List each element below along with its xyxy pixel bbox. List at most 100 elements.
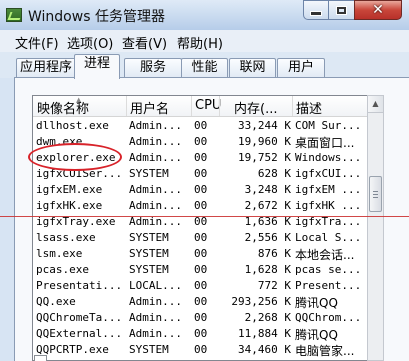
process-name: lsass.exe	[36, 231, 96, 244]
table-row[interactable]: QQPCRTP.exe SYSTEM 00 34,460 K 电脑管家...	[33, 342, 367, 358]
table-row[interactable]: QQChromeTa... Admin... 00 2,268 K QQChrom...	[33, 310, 367, 326]
memory-usage: 2,672 K	[244, 199, 291, 212]
tab-applications[interactable]: 应用程序	[16, 58, 76, 78]
column-divider[interactable]	[292, 96, 293, 116]
column-divider[interactable]	[219, 96, 220, 116]
description: 本地会话...	[295, 248, 355, 262]
column-divider[interactable]	[126, 96, 127, 116]
memory-usage: 293,256 K	[231, 295, 291, 308]
process-name: lsm.exe	[36, 247, 83, 260]
table-row[interactable]: igfxHK.exe Admin... 00 2,672 K igfxHK ...	[33, 198, 367, 214]
cpu-usage: 00	[194, 151, 208, 164]
memory-usage: 1,628 K	[244, 263, 291, 276]
table-row[interactable]: dllhost.exe Admin... 00 33,244 K COM Sur...	[33, 118, 367, 134]
column-header-description[interactable]: 描述	[296, 98, 322, 117]
description: Windows...	[295, 151, 362, 164]
memory-usage: 19,960 K	[238, 135, 291, 148]
process-name: QQPCRTP.exe	[36, 343, 109, 356]
scroll-up-button[interactable]: ▲	[368, 96, 383, 113]
close-button[interactable]: ✕	[354, 0, 402, 20]
cpu-usage: 00	[194, 183, 208, 196]
user-name: Admin...	[129, 295, 182, 308]
cpu-usage: 00	[194, 295, 208, 308]
column-header-user[interactable]: 用户名	[130, 98, 169, 117]
grip-icon	[373, 194, 378, 195]
process-name: Presentati...	[36, 279, 123, 292]
description: pcas se...	[295, 263, 362, 276]
column-header-memory[interactable]: 内存(...	[234, 98, 277, 117]
menu-options[interactable]: 选项(O)	[67, 33, 113, 52]
memory-usage: 876 K	[257, 247, 291, 260]
user-name: Admin...	[129, 327, 182, 340]
table-row[interactable]: lsm.exe SYSTEM 00 876 K 本地会话...	[33, 246, 367, 262]
cpu-usage: 00	[194, 311, 208, 324]
table-row[interactable]: explorer.exe Admin... 00 19,752 K Windows...	[33, 150, 367, 166]
column-header-cpu[interactable]: CPU	[195, 98, 221, 113]
user-name: Admin...	[129, 135, 182, 148]
process-rows: dllhost.exe Admin... 00 33,244 K COM Sur... d…	[33, 118, 367, 358]
scroll-thumb[interactable]	[369, 176, 382, 212]
table-row[interactable]: igfxEM.exe Admin... 00 3,248 K igfxEM ...	[33, 182, 367, 198]
minimize-icon	[310, 10, 322, 16]
process-name: igfxEM.exe	[36, 183, 103, 196]
description: igfxHK ...	[295, 199, 362, 212]
grip-icon	[373, 197, 378, 198]
table-row[interactable]: dwm.exe Admin... 00 19,960 K 桌面窗口...	[33, 134, 367, 150]
user-name: Admin...	[129, 311, 182, 324]
tab-users[interactable]: 用户	[277, 58, 325, 78]
process-list[interactable]: ▲ 映像名称 用户名 CPU 内存(... 描述 dllhost.exe Admi…	[32, 95, 367, 361]
tab-services[interactable]: 服务	[124, 58, 182, 78]
table-row[interactable]: QQ.exe Admin... 00 293,256 K 腾讯QQ	[33, 294, 367, 310]
table-row[interactable]: igfxCUISer... SYSTEM 00 628 K igfxCUI...	[33, 166, 367, 182]
vertical-scrollbar[interactable]: ▲	[367, 95, 384, 361]
table-row[interactable]: pcas.exe SYSTEM 00 1,628 K pcas se...	[33, 262, 367, 278]
process-name: QQExternal...	[36, 327, 123, 340]
tab-strip: 应用程序 进程 服务 性能 联网 用户	[0, 52, 409, 79]
cpu-usage: 00	[194, 247, 208, 260]
window-title: Windows 任务管理器	[28, 9, 165, 25]
maximize-icon	[336, 5, 347, 15]
table-row[interactable]: lsass.exe SYSTEM 00 2,556 K Local S...	[33, 230, 367, 246]
task-manager-window: Windows 任务管理器 ✕ 文件(F) 选项(O) 查看(V) 帮助(H) …	[0, 0, 409, 361]
process-name: igfxCUISer...	[36, 167, 123, 180]
menu-view[interactable]: 查看(V)	[122, 33, 167, 52]
minimize-button[interactable]	[303, 0, 329, 20]
menu-help[interactable]: 帮助(H)	[177, 33, 223, 52]
user-name: SYSTEM	[129, 343, 169, 356]
show-all-processes-checkbox[interactable]	[34, 355, 47, 361]
process-name: QQChromeTa...	[36, 311, 123, 324]
cpu-usage: 00	[194, 327, 208, 340]
tab-performance[interactable]: 性能	[181, 58, 228, 78]
process-name: dllhost.exe	[36, 119, 109, 132]
menu-file[interactable]: 文件(F)	[15, 33, 59, 52]
memory-usage: 628 K	[257, 167, 291, 180]
memory-usage: 34,460 K	[238, 343, 291, 356]
process-name: dwm.exe	[36, 135, 83, 148]
description: Present...	[295, 279, 362, 292]
description: QQChrom...	[295, 311, 362, 324]
column-divider[interactable]	[191, 96, 192, 116]
description: 桌面窗口...	[295, 136, 355, 150]
user-name: Admin...	[129, 183, 182, 196]
user-name: Admin...	[129, 199, 182, 212]
tab-networking[interactable]: 联网	[229, 58, 276, 78]
maximize-button[interactable]	[328, 0, 355, 20]
title-bar[interactable]: Windows 任务管理器 ✕	[0, 0, 409, 30]
annotation-line	[0, 216, 409, 217]
user-name: SYSTEM	[129, 263, 169, 276]
column-header-name[interactable]: 映像名称	[37, 98, 89, 117]
description: 腾讯QQ	[295, 296, 338, 310]
cpu-usage: 00	[194, 343, 208, 356]
menu-bar: 文件(F) 选项(O) 查看(V) 帮助(H)	[0, 30, 409, 53]
memory-usage: 11,884 K	[238, 327, 291, 340]
grip-icon	[373, 191, 378, 192]
user-name: Admin...	[129, 119, 182, 132]
tab-processes[interactable]: 进程	[74, 54, 120, 79]
close-icon: ✕	[372, 2, 384, 18]
table-row[interactable]: QQExternal... Admin... 00 11,884 K 腾讯QQ	[33, 326, 367, 342]
memory-usage: 33,244 K	[238, 119, 291, 132]
table-row[interactable]: Presentati... LOCAL... 00 772 K Present...	[33, 278, 367, 294]
cpu-usage: 00	[194, 135, 208, 148]
task-manager-icon	[6, 8, 22, 22]
description: igfxCUI...	[295, 167, 362, 180]
